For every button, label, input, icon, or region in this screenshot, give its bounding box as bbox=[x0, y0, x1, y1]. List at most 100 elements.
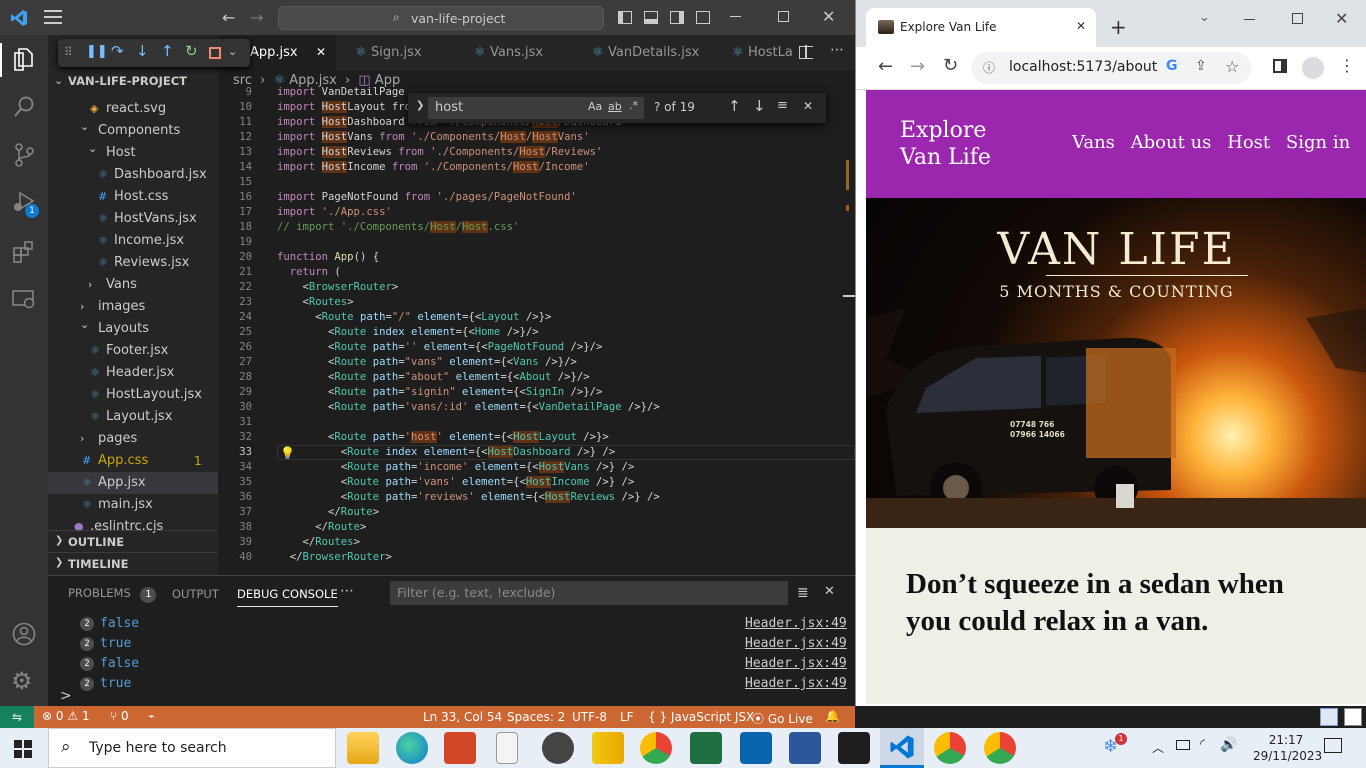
tree-item[interactable]: ⚛ App.jsx bbox=[48, 472, 218, 494]
tree-item[interactable]: ⚛ Reviews.jsx bbox=[48, 252, 218, 274]
split-editor-icon[interactable] bbox=[799, 45, 813, 59]
chrome-minimize-button[interactable] bbox=[1244, 19, 1255, 20]
manage-gear-icon[interactable]: ⚙ bbox=[11, 669, 33, 693]
tab-sign-jsx[interactable]: ⚛ Sign.jsx bbox=[336, 35, 456, 70]
vscode-taskbar-icon[interactable] bbox=[880, 728, 924, 768]
file-explorer-icon[interactable] bbox=[347, 732, 379, 764]
tab-vandetails-jsx[interactable]: ⚛ VanDetails.jsx bbox=[574, 35, 714, 70]
close-tab-icon[interactable]: ✕ bbox=[1076, 19, 1086, 33]
reload-icon[interactable]: ↻ bbox=[943, 55, 958, 76]
outlook-icon[interactable] bbox=[740, 732, 772, 764]
notifications-bell-icon[interactable]: 🔔 bbox=[825, 709, 840, 723]
forward-arrow-icon[interactable]: → bbox=[250, 8, 263, 27]
close-panel-icon[interactable]: ✕ bbox=[824, 584, 835, 599]
windows-start-icon[interactable] bbox=[14, 740, 32, 758]
previous-match-icon[interactable]: ↑ bbox=[728, 97, 741, 115]
lightbulb-icon[interactable]: 💡 bbox=[280, 446, 295, 460]
restart-icon[interactable]: ↻ bbox=[185, 42, 198, 60]
nav-vans[interactable]: Vans bbox=[1072, 132, 1115, 153]
back-arrow-icon[interactable]: ← bbox=[222, 8, 235, 27]
chrome-menu-icon[interactable]: ⋮ bbox=[1339, 56, 1355, 75]
maximize-button[interactable] bbox=[778, 11, 789, 22]
minimize-button[interactable] bbox=[730, 16, 741, 17]
source-link[interactable]: Header.jsx:49 bbox=[745, 654, 847, 674]
find-in-selection-icon[interactable]: ≡ bbox=[777, 98, 788, 113]
stop-icon[interactable] bbox=[209, 47, 221, 59]
tree-item[interactable]: ⚛ Footer.jsx bbox=[48, 340, 218, 362]
share-icon[interactable]: ⇪ bbox=[1195, 58, 1207, 74]
pause-icon[interactable]: ❚❚ bbox=[86, 44, 108, 59]
explorer-section-header[interactable]: ⌄ VAN-LIFE-PROJECT bbox=[48, 71, 218, 91]
drag-handle-icon[interactable]: ⠿ bbox=[64, 45, 73, 59]
toggle-panel-icon[interactable] bbox=[644, 11, 658, 24]
problems-status[interactable]: ⊗ 0 ⚠ 1 bbox=[42, 709, 90, 723]
tree-item[interactable]: ⌄ Host bbox=[48, 142, 218, 164]
nav-host[interactable]: Host bbox=[1227, 132, 1270, 153]
powerpoint-icon[interactable] bbox=[444, 732, 476, 764]
tab-problems[interactable]: PROBLEMS 1 bbox=[68, 586, 157, 603]
next-match-icon[interactable]: ↓ bbox=[753, 97, 766, 115]
source-link[interactable]: Header.jsx:49 bbox=[745, 634, 847, 654]
weather-icon[interactable]: ❄ 1 bbox=[1103, 733, 1127, 757]
source-link[interactable]: Header.jsx:49 bbox=[745, 614, 847, 634]
forward-icon[interactable]: → bbox=[910, 56, 925, 77]
tree-item[interactable]: ⚛ HostLayout.jsx bbox=[48, 384, 218, 406]
desktop-tray-grid-icon[interactable] bbox=[1320, 708, 1338, 726]
tree-item[interactable]: # Host.css bbox=[48, 186, 218, 208]
source-link[interactable]: Header.jsx:49 bbox=[745, 674, 847, 694]
code-editor[interactable]: src › ⚛ App.jsx › ◫ App 9 import VanDetai… bbox=[218, 70, 855, 575]
clock[interactable]: 21:17 29/11/2023 bbox=[1253, 732, 1322, 764]
timeline-section[interactable]: ❯ TIMELINE bbox=[48, 552, 218, 574]
close-icon[interactable]: ✕ bbox=[316, 35, 326, 70]
chrome-maximize-button[interactable] bbox=[1292, 13, 1303, 24]
tab-debug-console[interactable]: DEBUG CONSOLE bbox=[237, 587, 338, 607]
customize-layout-icon[interactable] bbox=[696, 11, 710, 24]
tree-item[interactable]: ◈ react.svg bbox=[48, 98, 218, 120]
side-panel-icon[interactable] bbox=[1273, 59, 1287, 73]
browser-tab[interactable]: Explore Van Life ✕ bbox=[866, 8, 1096, 47]
remote-indicator[interactable]: ⇋ bbox=[0, 706, 34, 728]
line-ending[interactable]: LF bbox=[620, 710, 634, 724]
filter-input[interactable]: Filter (e.g. text, !exclude) bbox=[390, 581, 788, 605]
whatsapp-icon[interactable] bbox=[542, 732, 574, 764]
explorer-icon[interactable] bbox=[12, 47, 36, 73]
tab-vans-jsx[interactable]: ⚛ Vans.jsx bbox=[456, 35, 574, 70]
chevron-down-icon[interactable]: ⌄ bbox=[228, 45, 237, 58]
new-tab-icon[interactable]: + bbox=[1110, 15, 1127, 39]
tree-item[interactable]: # App.css 1 bbox=[48, 450, 218, 472]
taskbar-search[interactable]: ⌕ Type here to search bbox=[48, 728, 336, 768]
tree-item[interactable]: ⚛ Dashboard.jsx bbox=[48, 164, 218, 186]
language-mode[interactable]: { } JavaScript JSX bbox=[648, 710, 754, 724]
tree-item[interactable]: ⌄ Layouts bbox=[48, 318, 218, 340]
notepad-icon[interactable] bbox=[496, 732, 518, 764]
tree-item[interactable]: ⚛ main.jsx bbox=[48, 494, 218, 516]
search-icon[interactable] bbox=[12, 95, 36, 119]
chrome-running-icon[interactable] bbox=[934, 732, 966, 764]
battery-icon[interactable] bbox=[1176, 740, 1190, 750]
tree-item[interactable]: › pages bbox=[48, 428, 218, 450]
nav-about[interactable]: About us bbox=[1131, 132, 1212, 153]
chrome-close-button[interactable]: ✕ bbox=[1335, 9, 1348, 28]
clear-console-icon[interactable]: ≣ bbox=[797, 585, 809, 601]
edge-icon[interactable] bbox=[396, 732, 428, 764]
tab-output[interactable]: OUTPUT bbox=[172, 587, 219, 601]
tree-item[interactable]: › Vans bbox=[48, 274, 218, 296]
indentation[interactable]: Spaces: 2 bbox=[507, 710, 565, 724]
back-icon[interactable]: ← bbox=[878, 56, 893, 77]
run-debug-icon[interactable]: 1 bbox=[11, 190, 39, 218]
close-icon[interactable]: ✕ bbox=[803, 99, 813, 113]
desktop-tray-card-icon[interactable] bbox=[1344, 708, 1362, 726]
tree-item[interactable]: ⌄ Components bbox=[48, 120, 218, 142]
tree-item[interactable]: ⚛ Income.jsx bbox=[48, 230, 218, 252]
site-info-icon[interactable]: ⓘ bbox=[983, 59, 995, 76]
excel-icon[interactable] bbox=[690, 732, 722, 764]
tab-hostlayout-jsx[interactable]: ⚛ HostLay bbox=[714, 35, 792, 70]
more-actions-icon[interactable]: ⋯ bbox=[830, 42, 844, 58]
debug-status-icon[interactable]: ⌁ bbox=[148, 709, 155, 723]
close-button[interactable]: ✕ bbox=[822, 7, 835, 26]
match-word-icon[interactable]: ab bbox=[608, 100, 622, 113]
tree-item[interactable]: ⚛ HostVans.jsx bbox=[48, 208, 218, 230]
console-prompt[interactable]: > bbox=[60, 688, 72, 704]
wifi-icon[interactable]: ◜ bbox=[1200, 737, 1205, 752]
nav-signin[interactable]: Sign in bbox=[1286, 132, 1350, 153]
